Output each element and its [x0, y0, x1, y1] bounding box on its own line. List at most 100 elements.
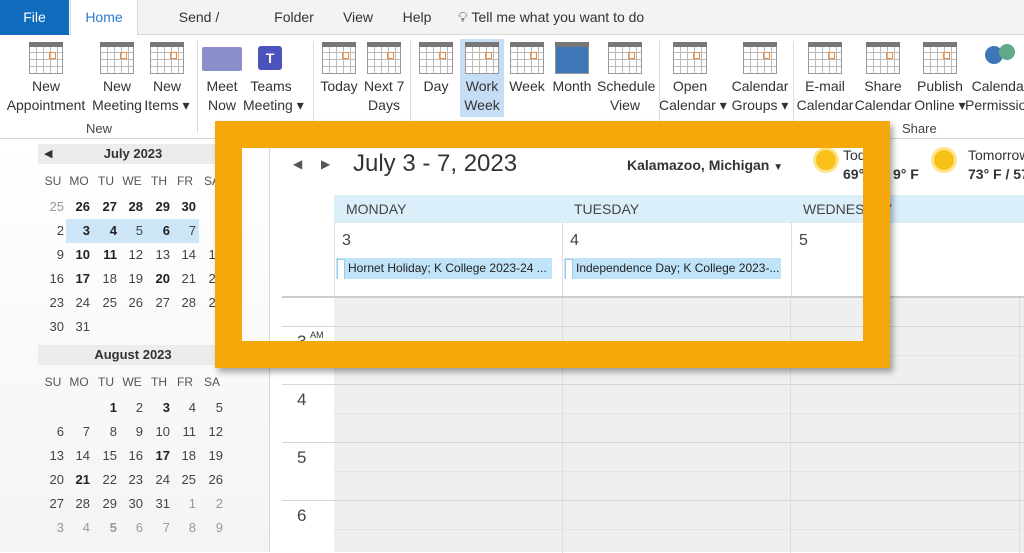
new-meeting-button[interactable]: New Meeting [91, 39, 143, 117]
mini-calendar-day[interactable]: 27 [144, 295, 170, 310]
mini-calendar-day[interactable]: 31 [64, 319, 90, 334]
tab-home[interactable]: Home [70, 0, 138, 36]
calendar-groups-button[interactable]: Calendar Groups ▾ [729, 39, 791, 117]
mini-calendar-day[interactable]: 2 [197, 496, 223, 511]
work-week-button[interactable]: Work Week [460, 39, 504, 117]
mini-calendar-day[interactable]: 10 [64, 247, 90, 262]
tab-view[interactable]: View [342, 0, 374, 35]
mini-calendar-day[interactable]: 8 [91, 424, 117, 439]
mini-calendar-day[interactable]: 7 [170, 223, 196, 238]
mini-calendar-day[interactable]: 23 [117, 472, 143, 487]
month-button[interactable]: Month [549, 39, 595, 117]
mini-calendar-day[interactable]: 21 [170, 271, 196, 286]
mini-calendar-day[interactable]: 9 [38, 247, 64, 262]
mini-calendar-day[interactable]: 29 [144, 199, 170, 214]
week-button[interactable]: Week [508, 39, 546, 117]
mini-calendar-day[interactable]: 18 [170, 448, 196, 463]
mini-calendar-day[interactable]: 7 [144, 520, 170, 535]
new-appointment-button[interactable]: New Appointment [0, 39, 92, 117]
mini-calendar-day[interactable]: 3 [64, 223, 90, 238]
mini-calendar-day[interactable]: 25 [170, 472, 196, 487]
mini-calendar-day[interactable]: 20 [38, 472, 64, 487]
mini-calendar-day[interactable]: 28 [117, 199, 143, 214]
weekday-label: TH [151, 375, 167, 389]
mini-calendar-day[interactable]: 22 [91, 472, 117, 487]
mini-calendar-day[interactable]: 29 [91, 496, 117, 511]
email-calendar-button[interactable]: E-mail Calendar [795, 39, 855, 117]
mini-calendar-day[interactable]: 4 [64, 520, 90, 535]
next-7-days-button[interactable]: Next 7 Days [364, 39, 404, 117]
mini-calendar-day[interactable]: 25 [38, 199, 64, 214]
mini-calendar-day[interactable]: 4 [170, 400, 196, 415]
mini-calendar-day[interactable]: 17 [64, 271, 90, 286]
mini-calendar-day[interactable]: 14 [170, 247, 196, 262]
tab-folder[interactable]: Folder [272, 0, 316, 35]
schedule-view-button[interactable]: Schedule View [597, 39, 655, 117]
mini-calendar-day[interactable]: 7 [64, 424, 90, 439]
open-calendar-button[interactable]: Open Calendar ▾ [659, 39, 727, 117]
mini-calendar-day[interactable]: 11 [91, 247, 117, 262]
mini-calendar-day[interactable]: 2 [117, 400, 143, 415]
mini-calendar-day[interactable]: 23 [38, 295, 64, 310]
mini-calendar-day[interactable]: 3 [38, 520, 64, 535]
mini-calendar-day[interactable]: 21 [64, 472, 90, 487]
mini-calendar-day[interactable]: 14 [64, 448, 90, 463]
mini-calendar-day[interactable]: 18 [91, 271, 117, 286]
day-button[interactable]: Day [418, 39, 454, 117]
mini-calendar-day[interactable]: 1 [91, 400, 117, 415]
mini-calendar-day[interactable]: 20 [144, 271, 170, 286]
mini-calendar-day[interactable]: 24 [64, 295, 90, 310]
mini-calendar-day[interactable]: 28 [64, 496, 90, 511]
mini-calendar-day[interactable]: 31 [144, 496, 170, 511]
mini-calendar-day[interactable]: 6 [38, 424, 64, 439]
mini-calendar-day[interactable]: 2 [38, 223, 64, 238]
mini-calendar-day[interactable]: 25 [91, 295, 117, 310]
mini-calendar-day[interactable]: 30 [38, 319, 64, 334]
meet-now-button[interactable]: Meet Now [202, 39, 242, 117]
mini-calendar-day[interactable]: 26 [117, 295, 143, 310]
mini-calendar-day[interactable]: 16 [38, 271, 64, 286]
mini-calendar-day[interactable]: 16 [117, 448, 143, 463]
tab-file[interactable]: File [0, 0, 69, 35]
mini-calendar-day[interactable]: 9 [197, 520, 223, 535]
mini-calendar-day[interactable]: 26 [197, 472, 223, 487]
mini-calendar-day[interactable]: 4 [91, 223, 117, 238]
mini-calendar-day[interactable]: 1 [170, 496, 196, 511]
mini-calendar-day[interactable]: 8 [170, 520, 196, 535]
mini-calendar-day[interactable]: 10 [144, 424, 170, 439]
mini-calendar-day[interactable]: 26 [64, 199, 90, 214]
mini-calendar-day[interactable]: 12 [197, 424, 223, 439]
mini-calendar-day[interactable]: 5 [91, 520, 117, 535]
mini-calendar-day[interactable]: 17 [144, 448, 170, 463]
previous-month-icon[interactable]: ◀ [44, 147, 52, 160]
mini-calendar-day[interactable]: 27 [38, 496, 64, 511]
mini-calendar-day[interactable]: 12 [117, 247, 143, 262]
mini-calendar-day[interactable]: 24 [144, 472, 170, 487]
mini-calendar-day[interactable]: 11 [170, 424, 197, 439]
mini-calendar-day[interactable]: 9 [117, 424, 143, 439]
tab-help[interactable]: Help [401, 0, 433, 35]
mini-calendar-day[interactable]: 30 [117, 496, 143, 511]
mini-calendar-day[interactable]: 5 [117, 223, 143, 238]
share-calendar-button[interactable]: Share Calendar [853, 39, 913, 117]
mini-calendar-day[interactable]: 19 [117, 271, 143, 286]
mini-calendar-day[interactable]: 6 [144, 223, 170, 238]
mini-calendar-day[interactable]: 30 [170, 199, 196, 214]
today-button[interactable]: Today [317, 39, 361, 117]
mini-calendar-day[interactable]: 13 [38, 448, 64, 463]
mini-calendar-day[interactable]: 5 [197, 400, 223, 415]
mini-calendar-day[interactable]: 27 [91, 199, 117, 214]
new-items-button[interactable]: New Items ▾ [143, 39, 191, 117]
mini-calendar-day[interactable]: 13 [144, 247, 170, 262]
calendar-grid-icon [367, 42, 401, 74]
teams-meeting-button[interactable]: T Teams Meeting ▾ [243, 39, 304, 117]
publish-online-button[interactable]: Publish Online ▾ [910, 39, 970, 117]
mini-calendar-day[interactable]: 28 [170, 295, 196, 310]
tell-me-search[interactable]: 💡︎ Tell me what you want to do [458, 0, 644, 35]
mini-calendar-day[interactable]: 6 [117, 520, 143, 535]
mini-calendar-day[interactable]: 19 [197, 448, 223, 463]
calendar-permissions-button[interactable]: Calendar Permissions [965, 39, 1024, 117]
mini-calendar-day[interactable]: 3 [144, 400, 170, 415]
mini-calendar-day[interactable]: 15 [91, 448, 117, 463]
tab-send-receive[interactable]: Send / Receive [152, 0, 246, 60]
